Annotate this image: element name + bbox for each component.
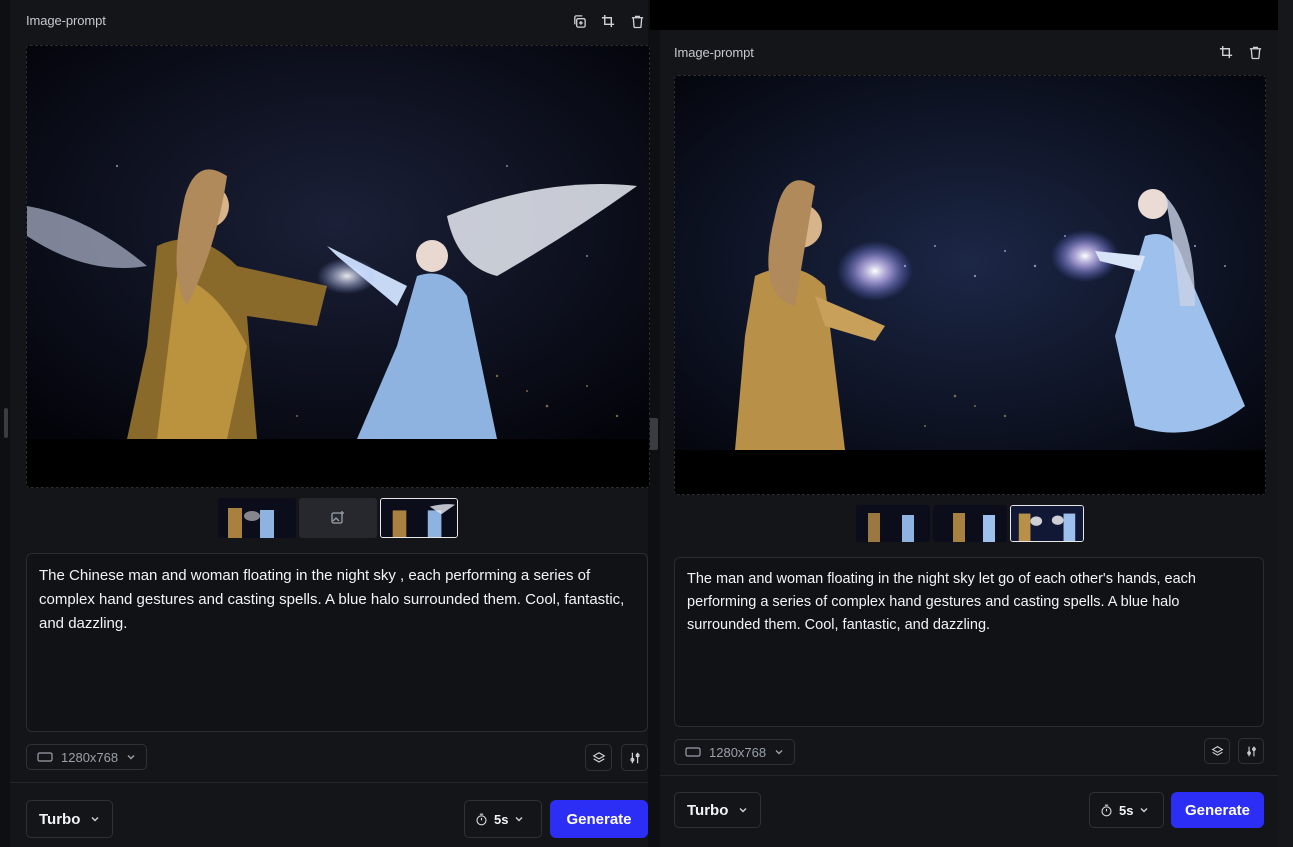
sliders-icon xyxy=(629,752,640,763)
chevron-down-icon xyxy=(91,817,99,822)
prompt-textarea[interactable]: The Chinese man and woman floating in th… xyxy=(26,553,648,732)
model-select[interactable]: Turbo xyxy=(674,792,762,828)
model-select[interactable]: Turbo xyxy=(26,800,114,838)
duration-label: 5s xyxy=(494,811,509,827)
add-image-button[interactable] xyxy=(299,498,377,538)
thumbnail-selected[interactable] xyxy=(380,498,458,538)
model-label: Turbo xyxy=(39,810,81,828)
settings-button[interactable] xyxy=(1238,738,1264,764)
add-image-icon xyxy=(331,511,344,524)
preview-image xyxy=(675,76,1265,494)
left-panel: Image-prompt The Chinese man and woman f… xyxy=(10,0,650,847)
aspect-ratio-icon xyxy=(685,747,701,757)
thumbnail-selected[interactable] xyxy=(1010,505,1084,542)
divider-scroll-handle[interactable] xyxy=(649,418,658,450)
timer-icon xyxy=(476,813,487,825)
thumbnail[interactable] xyxy=(933,505,1007,542)
chevron-down-icon xyxy=(127,755,135,760)
header-actions xyxy=(1218,44,1264,61)
duration-select[interactable]: 5s xyxy=(1089,792,1164,828)
right-top-bar xyxy=(650,0,1278,30)
settings-button[interactable] xyxy=(621,744,648,771)
header-actions xyxy=(571,13,646,30)
generate-label: Generate xyxy=(1184,801,1251,819)
prompt-text: The Chinese man and woman floating in th… xyxy=(39,567,625,632)
footer-divider xyxy=(660,775,1278,776)
crop-icon[interactable] xyxy=(600,13,617,30)
copy-icon[interactable] xyxy=(571,13,588,30)
aspect-ratio-select[interactable]: 1280x768 xyxy=(26,744,148,770)
crop-icon[interactable] xyxy=(1218,44,1235,61)
generate-button[interactable]: Generate xyxy=(1171,792,1264,828)
thumbnail[interactable] xyxy=(856,505,930,542)
duration-label: 5s xyxy=(1119,802,1134,818)
size-label: 1280x768 xyxy=(61,749,119,765)
duration-select[interactable]: 5s xyxy=(464,800,542,838)
model-label: Turbo xyxy=(687,801,729,819)
sliders-icon xyxy=(1246,746,1256,756)
chevron-down-icon xyxy=(1140,808,1148,813)
thumbnail-strip xyxy=(856,505,1084,542)
layers-button[interactable] xyxy=(585,744,612,771)
prompt-textarea[interactable]: The man and woman floating in the night … xyxy=(674,557,1264,727)
chevron-down-icon xyxy=(739,808,747,813)
panel-title: Image-prompt xyxy=(674,45,754,60)
left-resize-handle[interactable] xyxy=(4,408,8,438)
image-preview[interactable] xyxy=(674,75,1266,495)
layers-icon xyxy=(592,751,605,763)
trash-icon[interactable] xyxy=(1247,44,1264,61)
preview-image xyxy=(27,46,649,487)
aspect-ratio-icon xyxy=(37,752,53,762)
panel-title: Image-prompt xyxy=(26,13,106,28)
generate-label: Generate xyxy=(566,810,632,828)
timer-icon xyxy=(1101,804,1112,816)
prompt-text: The man and woman floating in the night … xyxy=(687,571,1196,633)
thumbnail-strip xyxy=(218,498,458,538)
aspect-ratio-select[interactable]: 1280x768 xyxy=(674,739,796,765)
thumbnail[interactable] xyxy=(218,498,296,538)
layers-icon xyxy=(1211,745,1223,756)
footer-divider xyxy=(10,782,648,783)
chevron-down-icon xyxy=(775,750,783,755)
size-label: 1280x768 xyxy=(709,744,767,760)
right-panel: Image-prompt The man and woman floating … xyxy=(660,30,1278,847)
trash-icon[interactable] xyxy=(629,13,646,30)
chevron-down-icon xyxy=(515,817,523,822)
layers-button[interactable] xyxy=(1204,738,1230,764)
generate-button[interactable]: Generate xyxy=(550,800,648,838)
image-preview[interactable] xyxy=(26,45,650,488)
right-gutter xyxy=(1278,0,1293,847)
